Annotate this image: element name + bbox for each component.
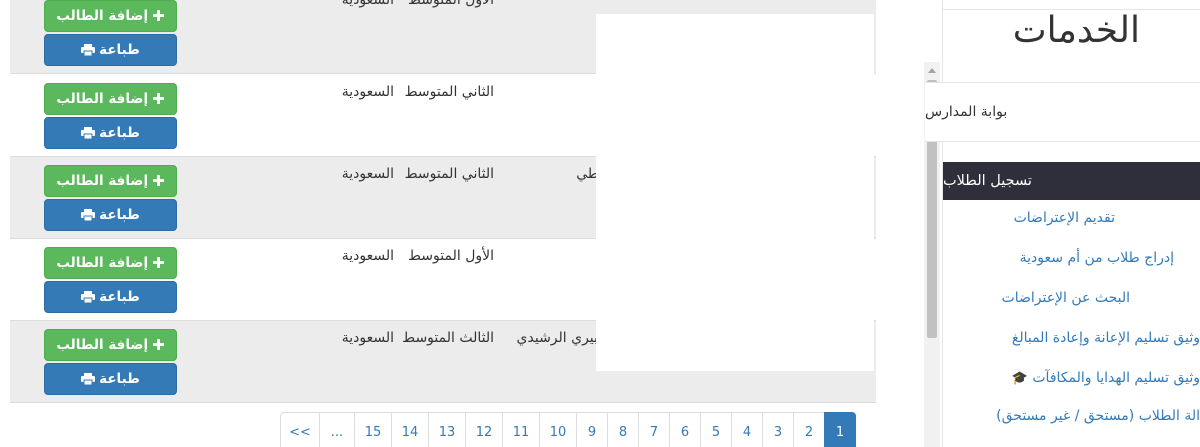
nationality-cell: السعودية: [341, 0, 394, 8]
add-student-label: إضافة الطالب: [56, 8, 149, 24]
pagination-page-8[interactable]: 8: [607, 412, 639, 447]
grade-cell: الأول المتوسط: [408, 0, 494, 8]
sidebar-link-aid-delivery[interactable]: وثيق تسليم الإعانة وإعادة المبالغ: [1012, 330, 1200, 346]
grade-cell: الأول المتوسط: [408, 248, 494, 264]
print-label: طباعة: [99, 125, 140, 141]
plus-icon: ✚: [152, 89, 165, 108]
plus-icon: ✚: [152, 253, 165, 272]
pagination-page-7[interactable]: 7: [638, 412, 670, 447]
print-label: طباعة: [99, 42, 140, 58]
print-label: طباعة: [99, 371, 140, 387]
sidebar-link-search-objections[interactable]: البحث عن الإعتراضات: [1002, 290, 1130, 306]
sidebar-link-submit-objections[interactable]: تقديم الإعتراضات: [1014, 210, 1115, 226]
add-student-label: إضافة الطالب: [56, 173, 149, 189]
add-student-label: إضافة الطالب: [56, 337, 149, 353]
pagination-page-1[interactable]: 1: [824, 412, 856, 447]
pagination-page-12[interactable]: 12: [465, 412, 503, 447]
pagination-page-4[interactable]: 4: [731, 412, 763, 447]
grade-cell: الثاني المتوسط: [404, 166, 494, 182]
print-label: طباعة: [99, 207, 140, 223]
print-button[interactable]: طباعة: [44, 281, 177, 313]
pagination-page-15[interactable]: 15: [354, 412, 392, 447]
nationality-cell: السعودية: [341, 248, 394, 264]
schools-portal-link[interactable]: بوابة المدارس: [925, 82, 1200, 142]
add-student-label: إضافة الطالب: [56, 255, 149, 271]
pagination-page-5[interactable]: 5: [700, 412, 732, 447]
sidebar-link-student-status[interactable]: الة الطلاب (مستحق / غير مستحق): [996, 408, 1200, 424]
blank-overlay-panel: [596, 14, 874, 371]
services-sidebar: الخدمات بوابة المدارس تسجيل الطلاب تقديم…: [925, 0, 1200, 447]
pagination-ellipsis: ...: [319, 412, 355, 447]
graduation-cap-icon: 🎓: [1011, 371, 1028, 386]
add-student-button[interactable]: ✚ إضافة الطالب: [44, 329, 177, 361]
print-label: طباعة: [99, 289, 140, 305]
add-student-button[interactable]: ✚ إضافة الطالب: [44, 83, 177, 115]
pagination-page-11[interactable]: 11: [502, 412, 540, 447]
print-button[interactable]: طباعة: [44, 363, 177, 395]
pagination-page-2[interactable]: 2: [793, 412, 825, 447]
pagination: <<... 15 14 13 12 11 10 9 8 7 6 5 4 3 2 1: [280, 412, 856, 447]
printer-icon: [81, 127, 96, 139]
sidebar-title: الخدمات: [1012, 10, 1140, 51]
grade-cell: الثاني المتوسط: [404, 84, 494, 100]
add-student-button[interactable]: ✚ إضافة الطالب: [44, 0, 177, 32]
nationality-cell: السعودية: [341, 166, 394, 182]
pagination-page-10[interactable]: 10: [539, 412, 577, 447]
pagination-page-13[interactable]: 13: [428, 412, 466, 447]
scroll-up-arrow-icon[interactable]: [924, 62, 940, 78]
print-button[interactable]: طباعة: [44, 199, 177, 231]
sidebar-link-gifts-delivery[interactable]: وثيق تسليم الهدايا والمكافآت 🎓: [1012, 370, 1200, 386]
sidebar-link-gifts-delivery-label: وثيق تسليم الهدايا والمكافآت: [1032, 370, 1200, 386]
plus-icon: ✚: [152, 6, 165, 25]
pagination-page-9[interactable]: 9: [576, 412, 608, 447]
grade-cell: الثالث المتوسط: [402, 330, 494, 346]
pagination-page-14[interactable]: 14: [391, 412, 429, 447]
print-button[interactable]: طباعة: [44, 34, 177, 66]
nationality-cell: السعودية: [341, 84, 394, 100]
pagination-page-6[interactable]: 6: [669, 412, 701, 447]
pagination-prev-button[interactable]: <<: [280, 412, 320, 447]
printer-icon: [81, 373, 96, 385]
nationality-cell: السعودية: [341, 330, 394, 346]
add-student-button[interactable]: ✚ إضافة الطالب: [44, 247, 177, 279]
printer-icon: [81, 209, 96, 221]
plus-icon: ✚: [152, 335, 165, 354]
sidebar-link-add-students-saudi-mother[interactable]: إدراج طلاب من أم سعودية: [1020, 250, 1174, 266]
printer-icon: [81, 291, 96, 303]
page-root: السعودية الأول المتوسط ✚ إضافة الطالب طباعة ا…: [0, 0, 1200, 447]
plus-icon: ✚: [152, 171, 165, 190]
pagination-page-3[interactable]: 3: [762, 412, 794, 447]
add-student-label: إضافة الطالب: [56, 91, 149, 107]
sidebar-top-divider: [943, 0, 1200, 10]
printer-icon: [81, 44, 96, 56]
add-student-button[interactable]: ✚ إضافة الطالب: [44, 165, 177, 197]
print-button[interactable]: طباعة: [44, 117, 177, 149]
section-header-student-registration[interactable]: تسجيل الطلاب: [943, 162, 1200, 200]
